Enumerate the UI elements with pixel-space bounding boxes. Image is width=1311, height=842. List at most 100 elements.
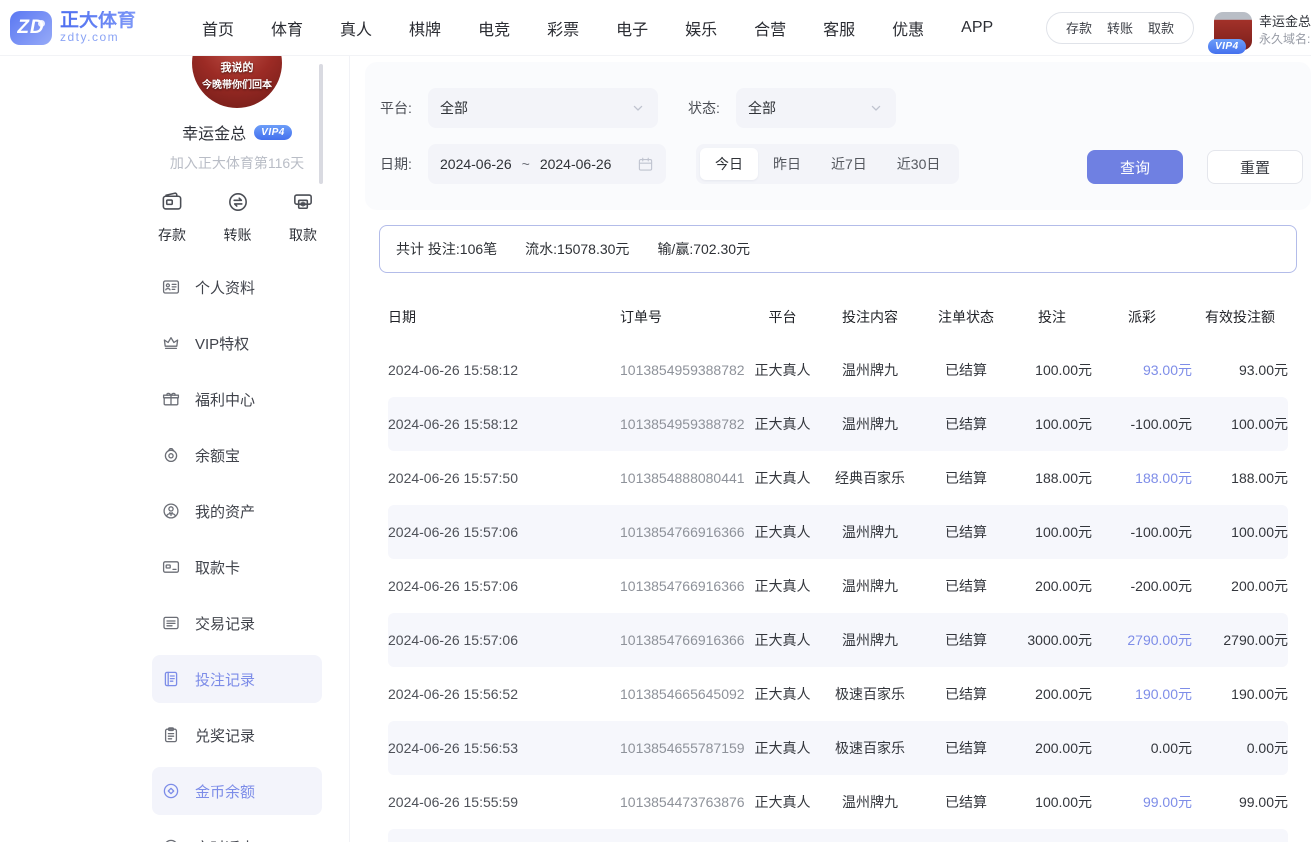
nav-item-6[interactable]: 彩票 <box>547 16 579 40</box>
cell-date: 2024-06-26 15:57:50 <box>388 470 620 486</box>
header-user-block[interactable]: VIP4 幸运金总 永久域名: <box>1214 6 1311 50</box>
nav-item-11[interactable]: 优惠 <box>892 16 924 40</box>
sidebar-item-assets[interactable]: 我的资产 <box>152 487 322 535</box>
date-start: 2024-06-26 <box>440 156 512 172</box>
profile-name-row: 幸运金总 VIP4 <box>125 120 349 144</box>
brand-title: 正大体育 <box>60 11 136 31</box>
cell-platform: 正大真人 <box>745 684 820 704</box>
table-row[interactable]: 2024-06-26 15:55:591013854473763876864正大… <box>388 775 1288 829</box>
cell-order: 1013854888080441344 <box>620 470 745 486</box>
sidebar-item-redeem[interactable]: 兑奖记录 <box>152 711 322 759</box>
table-row[interactable]: 2024-06-26 15:56:521013854665645092864正大… <box>388 667 1288 721</box>
vip-badge: VIP4 <box>254 125 292 140</box>
date-quick-ranges: 今日昨日近7日近30日 <box>696 144 959 184</box>
header-username: 幸运金总 <box>1259 13 1311 32</box>
cell-status: 已结算 <box>920 630 1012 650</box>
platform-select[interactable]: 全部 <box>428 88 658 128</box>
date-end: 2024-06-26 <box>540 156 612 172</box>
sidebar-item-coin[interactable]: 金币余额 <box>152 767 322 815</box>
wallet-link-3[interactable]: 取款 <box>1148 18 1174 37</box>
quick-action-withdraw[interactable]: 取款 <box>289 190 317 245</box>
date-separator: ~ <box>522 156 530 172</box>
nav-item-7[interactable]: 电子 <box>616 16 648 40</box>
nav-item-4[interactable]: 棋牌 <box>409 16 441 40</box>
quick-actions: 存款转账 取款 <box>125 190 349 245</box>
sidebar-item-label: 投注记录 <box>195 669 255 690</box>
sidebar-item-welfare[interactable]: 福利中心 <box>152 375 322 423</box>
coin-icon <box>161 781 181 801</box>
range-button-2[interactable]: 昨日 <box>758 148 816 180</box>
sidebar-item-vip[interactable]: VIP特权 <box>152 319 322 367</box>
col-header-payout: 派彩 <box>1092 307 1192 327</box>
platform-select-value: 全部 <box>440 98 468 118</box>
cell-platform: 正大真人 <box>745 414 820 434</box>
cell-status: 已结算 <box>920 468 1012 488</box>
cell-platform: 正大真人 <box>745 576 820 596</box>
cell-date: 2024-06-26 15:57:06 <box>388 578 620 594</box>
table-row[interactable]: 2024-06-26 15:57:061013854766916366336正大… <box>388 559 1288 613</box>
reset-button[interactable]: 重置 <box>1207 150 1303 184</box>
cell-payout: 93.00元 <box>1092 360 1192 380</box>
filter-card: 平台: 全部 状态: 全部 <box>365 62 1311 210</box>
nav-item-2[interactable]: 体育 <box>271 16 303 40</box>
cell-date: 2024-06-26 15:56:53 <box>388 740 620 756</box>
brand-logo[interactable]: ZD 正大体育 zdty.com <box>10 11 160 45</box>
quick-action-deposit[interactable]: 存款 <box>158 190 186 245</box>
chevron-down-icon <box>868 100 884 116</box>
avatar-caption-line2: 今晚带你们回本 <box>192 76 282 91</box>
table-row[interactable]: 2024-06-26 15:58:121013854959388782592正大… <box>388 343 1288 397</box>
cell-payout: 190.00元 <box>1092 684 1192 704</box>
yuebao-icon <box>161 445 181 465</box>
table-row[interactable]: 2024-06-26 15:57:501013854888080441344正大… <box>388 451 1288 505</box>
range-button-3[interactable]: 近7日 <box>816 148 882 180</box>
cell-content: 温州牌九 <box>820 522 920 542</box>
table-row[interactable]: 2024-06-26 15:56:531013854655787159552正大… <box>388 721 1288 775</box>
cell-order: 1013854766916366337 <box>620 524 745 540</box>
nav-item-8[interactable]: 娱乐 <box>685 16 717 40</box>
transfer-label: 转账 <box>224 225 252 245</box>
cell-date: 2024-06-26 15:57:06 <box>388 524 620 540</box>
cell-date: 2024-06-26 15:57:06 <box>388 632 620 648</box>
cell-bet: 100.00元 <box>1012 522 1092 542</box>
wallet-link-2[interactable]: 转账 <box>1107 18 1133 37</box>
filter-actions: 查询 重置 <box>1087 150 1303 184</box>
bet-record-icon <box>161 669 181 689</box>
table-header: 日期订单号平台投注内容注单状态投注派彩有效投注额 <box>388 291 1288 343</box>
range-button-1[interactable]: 今日 <box>700 148 758 180</box>
nav-item-3[interactable]: 真人 <box>340 16 372 40</box>
nav-item-12[interactable]: APP <box>961 19 993 37</box>
assets-icon <box>161 501 181 521</box>
nav-item-1[interactable]: 首页 <box>202 16 234 40</box>
table-row-partial <box>388 829 1288 842</box>
wallet-link-1[interactable]: 存款 <box>1066 18 1092 37</box>
cell-valid: 0.00元 <box>1192 738 1288 758</box>
cell-status: 已结算 <box>920 414 1012 434</box>
cell-payout: 2790.00元 <box>1092 630 1192 650</box>
cell-date: 2024-06-26 15:58:12 <box>388 362 620 378</box>
quick-action-transfer[interactable]: 转账 <box>224 190 252 245</box>
table-row[interactable]: 2024-06-26 15:57:061013854766916366337正大… <box>388 505 1288 559</box>
cell-content: 温州牌九 <box>820 414 920 434</box>
cell-valid: 2790.00元 <box>1192 630 1288 650</box>
range-button-4[interactable]: 近30日 <box>882 148 956 180</box>
col-header-valid: 有效投注额 <box>1192 307 1288 327</box>
sidebar-scrollbar-thumb[interactable] <box>319 64 323 184</box>
sidebar-item-bet-records[interactable]: 投注记录 <box>152 655 322 703</box>
bet-records-table: 日期订单号平台投注内容注单状态投注派彩有效投注额 2024-06-26 15:5… <box>388 291 1288 842</box>
sidebar-item-yuebao[interactable]: 余额宝 <box>152 431 322 479</box>
table-row[interactable]: 2024-06-26 15:57:061013854766916366338正大… <box>388 613 1288 667</box>
sidebar-item-transactions[interactable]: 交易记录 <box>152 599 322 647</box>
sidebar-item-card[interactable]: 取款卡 <box>152 543 322 591</box>
cell-payout: 99.00元 <box>1092 792 1192 812</box>
table-row[interactable]: 2024-06-26 15:58:121013854959388782593正大… <box>388 397 1288 451</box>
search-button[interactable]: 查询 <box>1087 150 1183 184</box>
date-range-picker[interactable]: 2024-06-26 ~ 2024-06-26 <box>428 144 666 184</box>
cell-bet: 188.00元 <box>1012 468 1092 488</box>
nav-item-5[interactable]: 电竞 <box>478 16 510 40</box>
status-select[interactable]: 全部 <box>736 88 896 128</box>
nav-item-9[interactable]: 合营 <box>754 16 786 40</box>
nav-item-10[interactable]: 客服 <box>823 16 855 40</box>
cell-bet: 200.00元 <box>1012 738 1092 758</box>
sidebar-item-rebate[interactable]: 实时返水 <box>152 823 322 842</box>
sidebar-item-profile[interactable]: 个人资料 <box>152 263 322 311</box>
